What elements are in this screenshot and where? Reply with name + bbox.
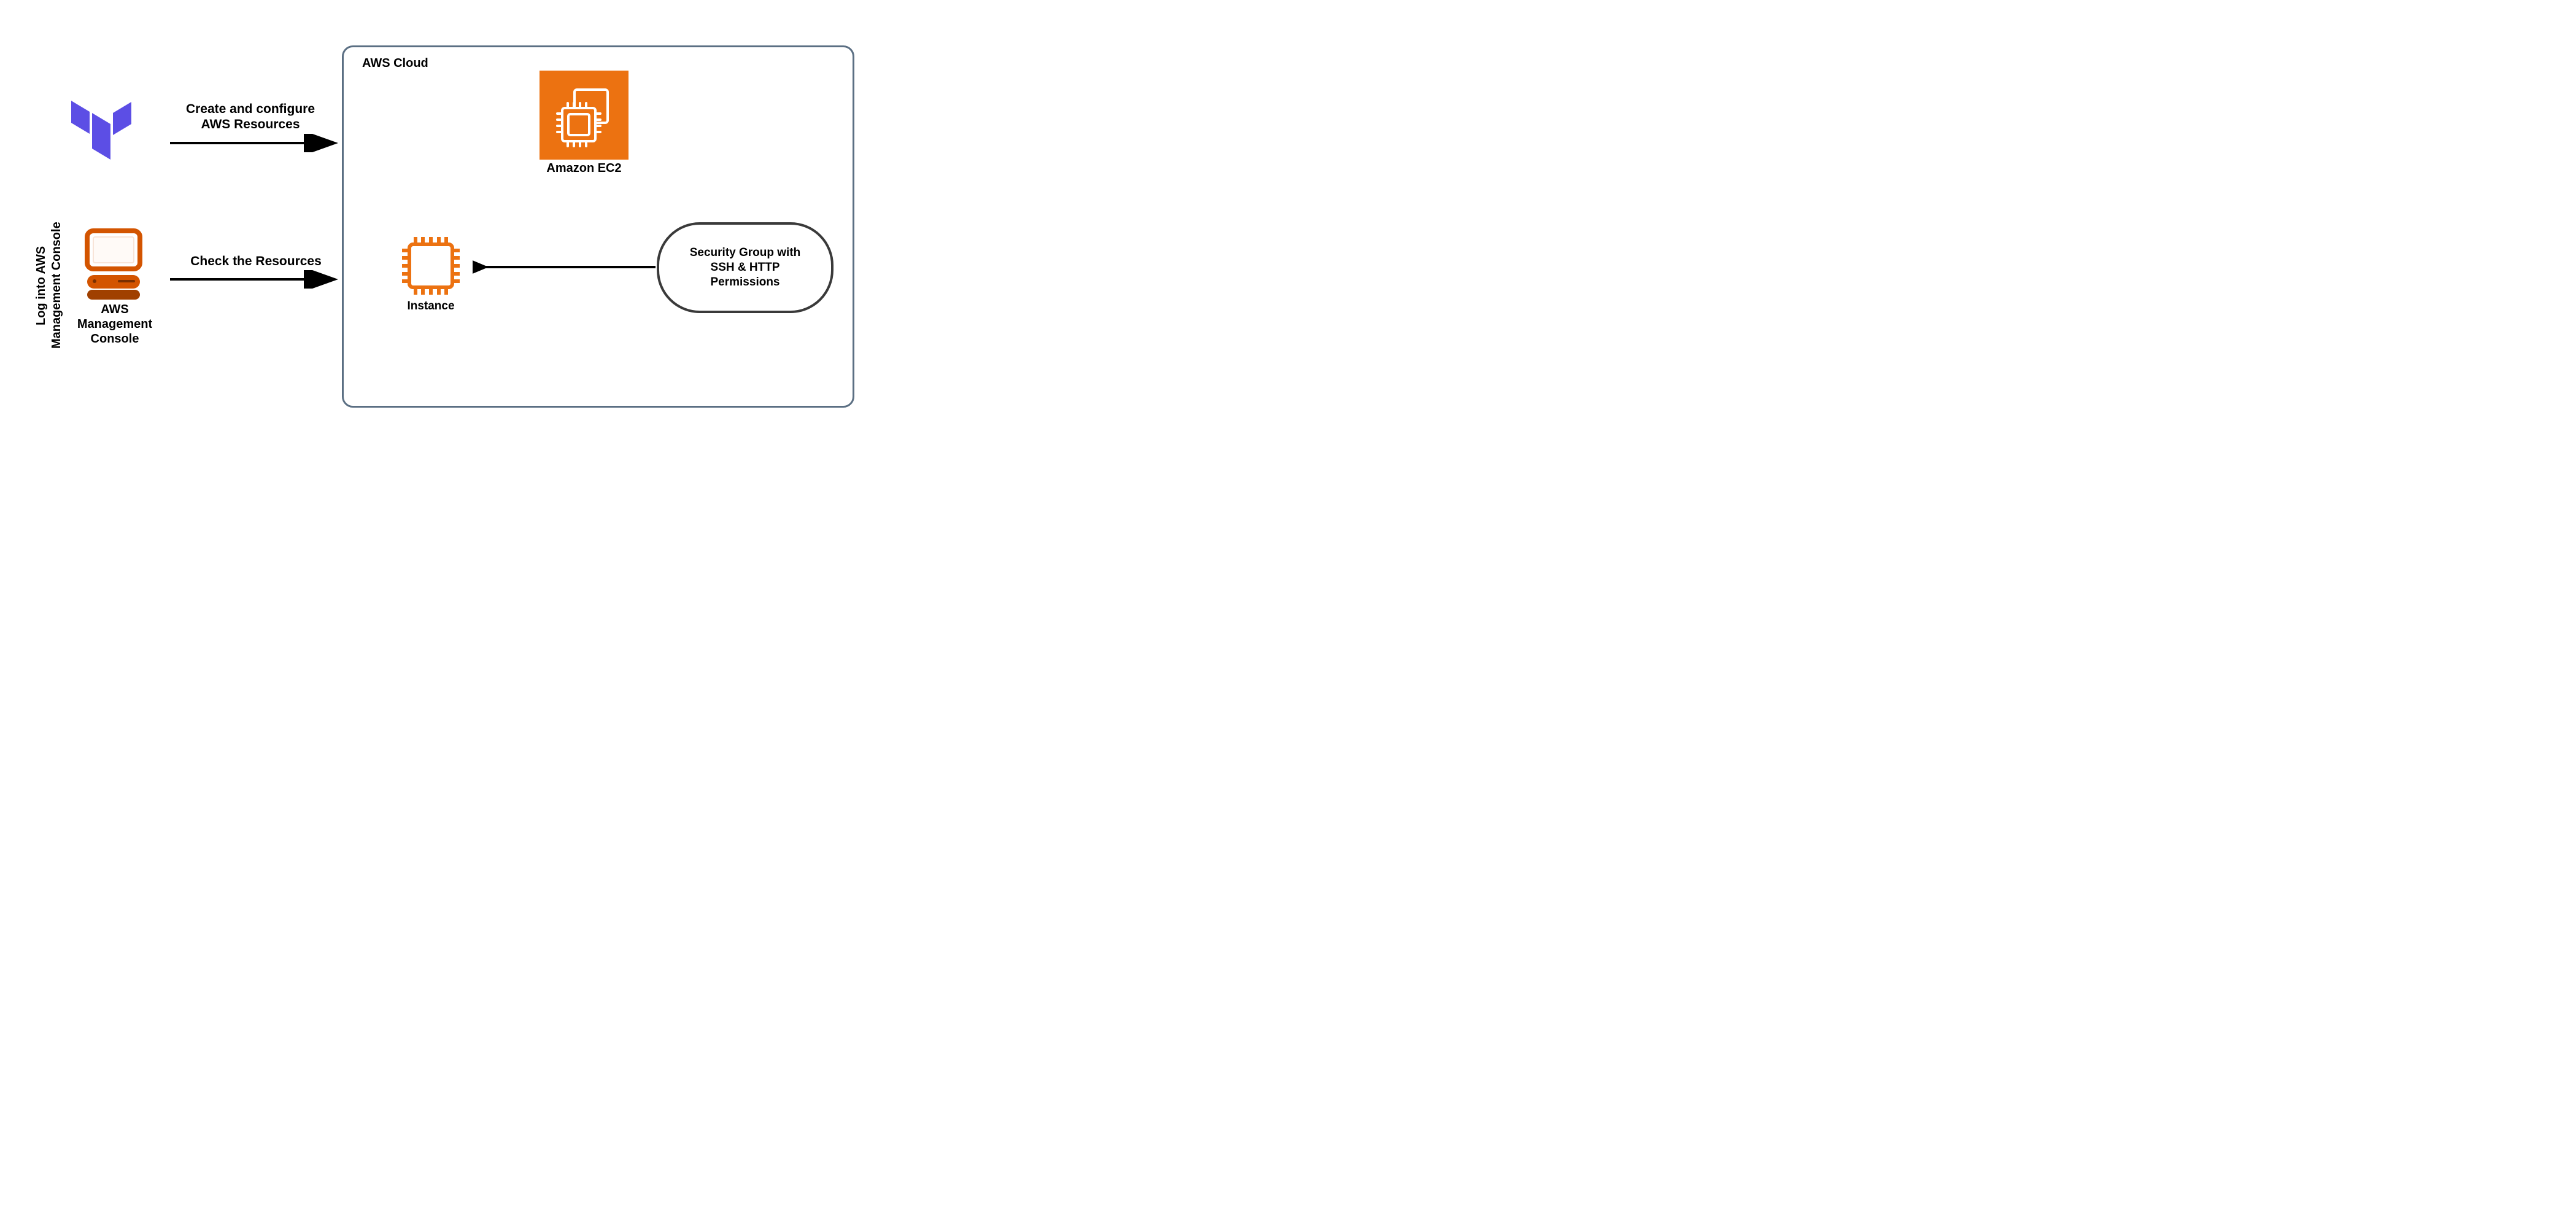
aws-console-label: AWS Management Console [69,302,161,346]
ec2-chip-icon [547,79,621,152]
security-group-line1: Security Group with [690,246,801,259]
arrow-sg-to-instance [473,258,657,276]
aws-cloud-title: AWS Cloud [362,56,428,71]
log-into-console-label: Log into AWS Management Console [34,215,64,356]
create-configure-label: Create and configure AWS Resources [171,101,330,132]
arrow-console-to-cloud [169,270,344,289]
aws-console-icon [80,227,147,301]
amazon-ec2-label: Amazon EC2 [540,161,629,176]
architecture-diagram: AWS Cloud [0,0,921,442]
check-resources-label: Check the Resources [185,254,327,269]
security-group-line2: SSH & HTTP [711,261,780,274]
amazon-ec2-icon [540,71,629,160]
instance-icon [397,232,465,300]
instance-label: Instance [397,300,465,313]
security-group-node: Security Group with SSH & HTTP Permissio… [657,222,834,313]
security-group-line3: Permissions [711,276,780,289]
arrow-terraform-to-cloud [169,134,344,152]
terraform-icon [66,87,134,161]
